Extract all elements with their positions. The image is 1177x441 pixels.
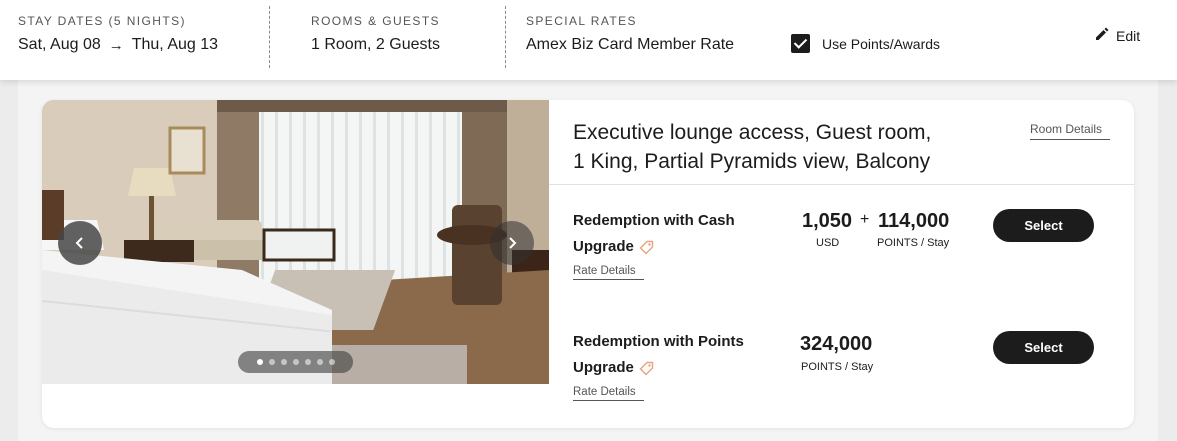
edit-button[interactable]: Edit: [1094, 26, 1140, 45]
points-unit: POINTS / Stay: [877, 237, 950, 249]
chevron-right-icon: [509, 237, 517, 249]
rate-name: Redemption with Points Upgrade: [573, 329, 744, 381]
tag-icon: [639, 240, 654, 254]
room-photo: [42, 100, 549, 384]
rate-option-points: Redemption with Points Upgrade Rate Deta…: [573, 329, 1113, 405]
use-points-checkbox[interactable]: [791, 34, 810, 53]
rate-option-cash-points: Redemption with Cash Upgrade Rate Detail…: [573, 208, 1113, 284]
points-amount: 114,000: [878, 210, 950, 232]
search-summary-bar: STAY DATES (5 NIGHTS) Sat, Aug 08 → Thu,…: [0, 0, 1177, 80]
rooms-guests-label: ROOMS & GUESTS: [311, 14, 440, 28]
carousel-prev-button[interactable]: [58, 221, 102, 265]
rate-name-line: Upgrade: [573, 238, 634, 255]
tag-icon: [639, 361, 654, 375]
carousel-dot[interactable]: [256, 359, 263, 365]
carousel-dot[interactable]: [292, 359, 299, 365]
rate-details-link[interactable]: Rate Details: [573, 265, 644, 280]
rate-name-line: Upgrade: [573, 359, 634, 376]
room-title-line: Executive lounge access, Guest room,: [573, 121, 932, 144]
room-title-line: 1 King, Partial Pyramids view, Balcony: [573, 150, 931, 173]
divider: [269, 6, 270, 68]
cash-amount: 1,050: [802, 210, 853, 232]
rate-name-upgrade-line: Upgrade: [573, 234, 735, 260]
rate-name: Redemption with Cash Upgrade: [573, 208, 735, 260]
special-rates-label: SPECIAL RATES: [526, 14, 637, 28]
rooms-guests-value: 1 Room, 2 Guests: [311, 36, 440, 53]
carousel-dot[interactable]: [316, 359, 323, 365]
arrow-right-icon: →: [108, 36, 124, 54]
stay-dates-label: STAY DATES (5 NIGHTS): [18, 14, 186, 28]
select-button[interactable]: Select: [993, 209, 1094, 242]
check-out-date: Thu, Aug 13: [131, 36, 219, 53]
room-card: Executive lounge access, Guest room, 1 K…: [42, 100, 1134, 428]
use-points-label: Use Points/Awards: [822, 35, 941, 52]
check-in-date: Sat, Aug 08: [18, 36, 101, 53]
room-photo-carousel[interactable]: [42, 100, 549, 384]
edit-label: Edit: [1116, 27, 1141, 44]
carousel-indicator: [238, 351, 353, 373]
carousel-dot[interactable]: [328, 359, 335, 365]
rate-details-link[interactable]: Rate Details: [573, 386, 644, 401]
divider: [549, 184, 1134, 185]
plus-sign: +: [860, 211, 870, 228]
cash-unit: USD: [816, 237, 840, 249]
chevron-left-icon: [75, 237, 83, 249]
carousel-next-button[interactable]: [490, 221, 534, 265]
divider: [505, 6, 506, 68]
pencil-icon: [1094, 26, 1110, 45]
special-rates-value: Amex Biz Card Member Rate: [526, 36, 735, 53]
stay-dates-value: Sat, Aug 08 → Thu, Aug 13: [18, 36, 218, 54]
select-button[interactable]: Select: [993, 331, 1094, 364]
room-title: Executive lounge access, Guest room, 1 K…: [573, 118, 993, 176]
rate-name-line: Redemption with Cash: [573, 212, 735, 229]
use-points-toggle[interactable]: Use Points/Awards: [791, 34, 940, 53]
room-details-link[interactable]: Room Details: [1030, 122, 1110, 140]
carousel-dot[interactable]: [280, 359, 287, 365]
carousel-dot[interactable]: [268, 359, 275, 365]
carousel-dot[interactable]: [304, 359, 311, 365]
rate-name-line: Redemption with Points: [573, 333, 744, 350]
rate-name-upgrade-line: Upgrade: [573, 355, 744, 381]
points-amount: 324,000: [800, 333, 873, 355]
points-unit: POINTS / Stay: [801, 361, 874, 373]
